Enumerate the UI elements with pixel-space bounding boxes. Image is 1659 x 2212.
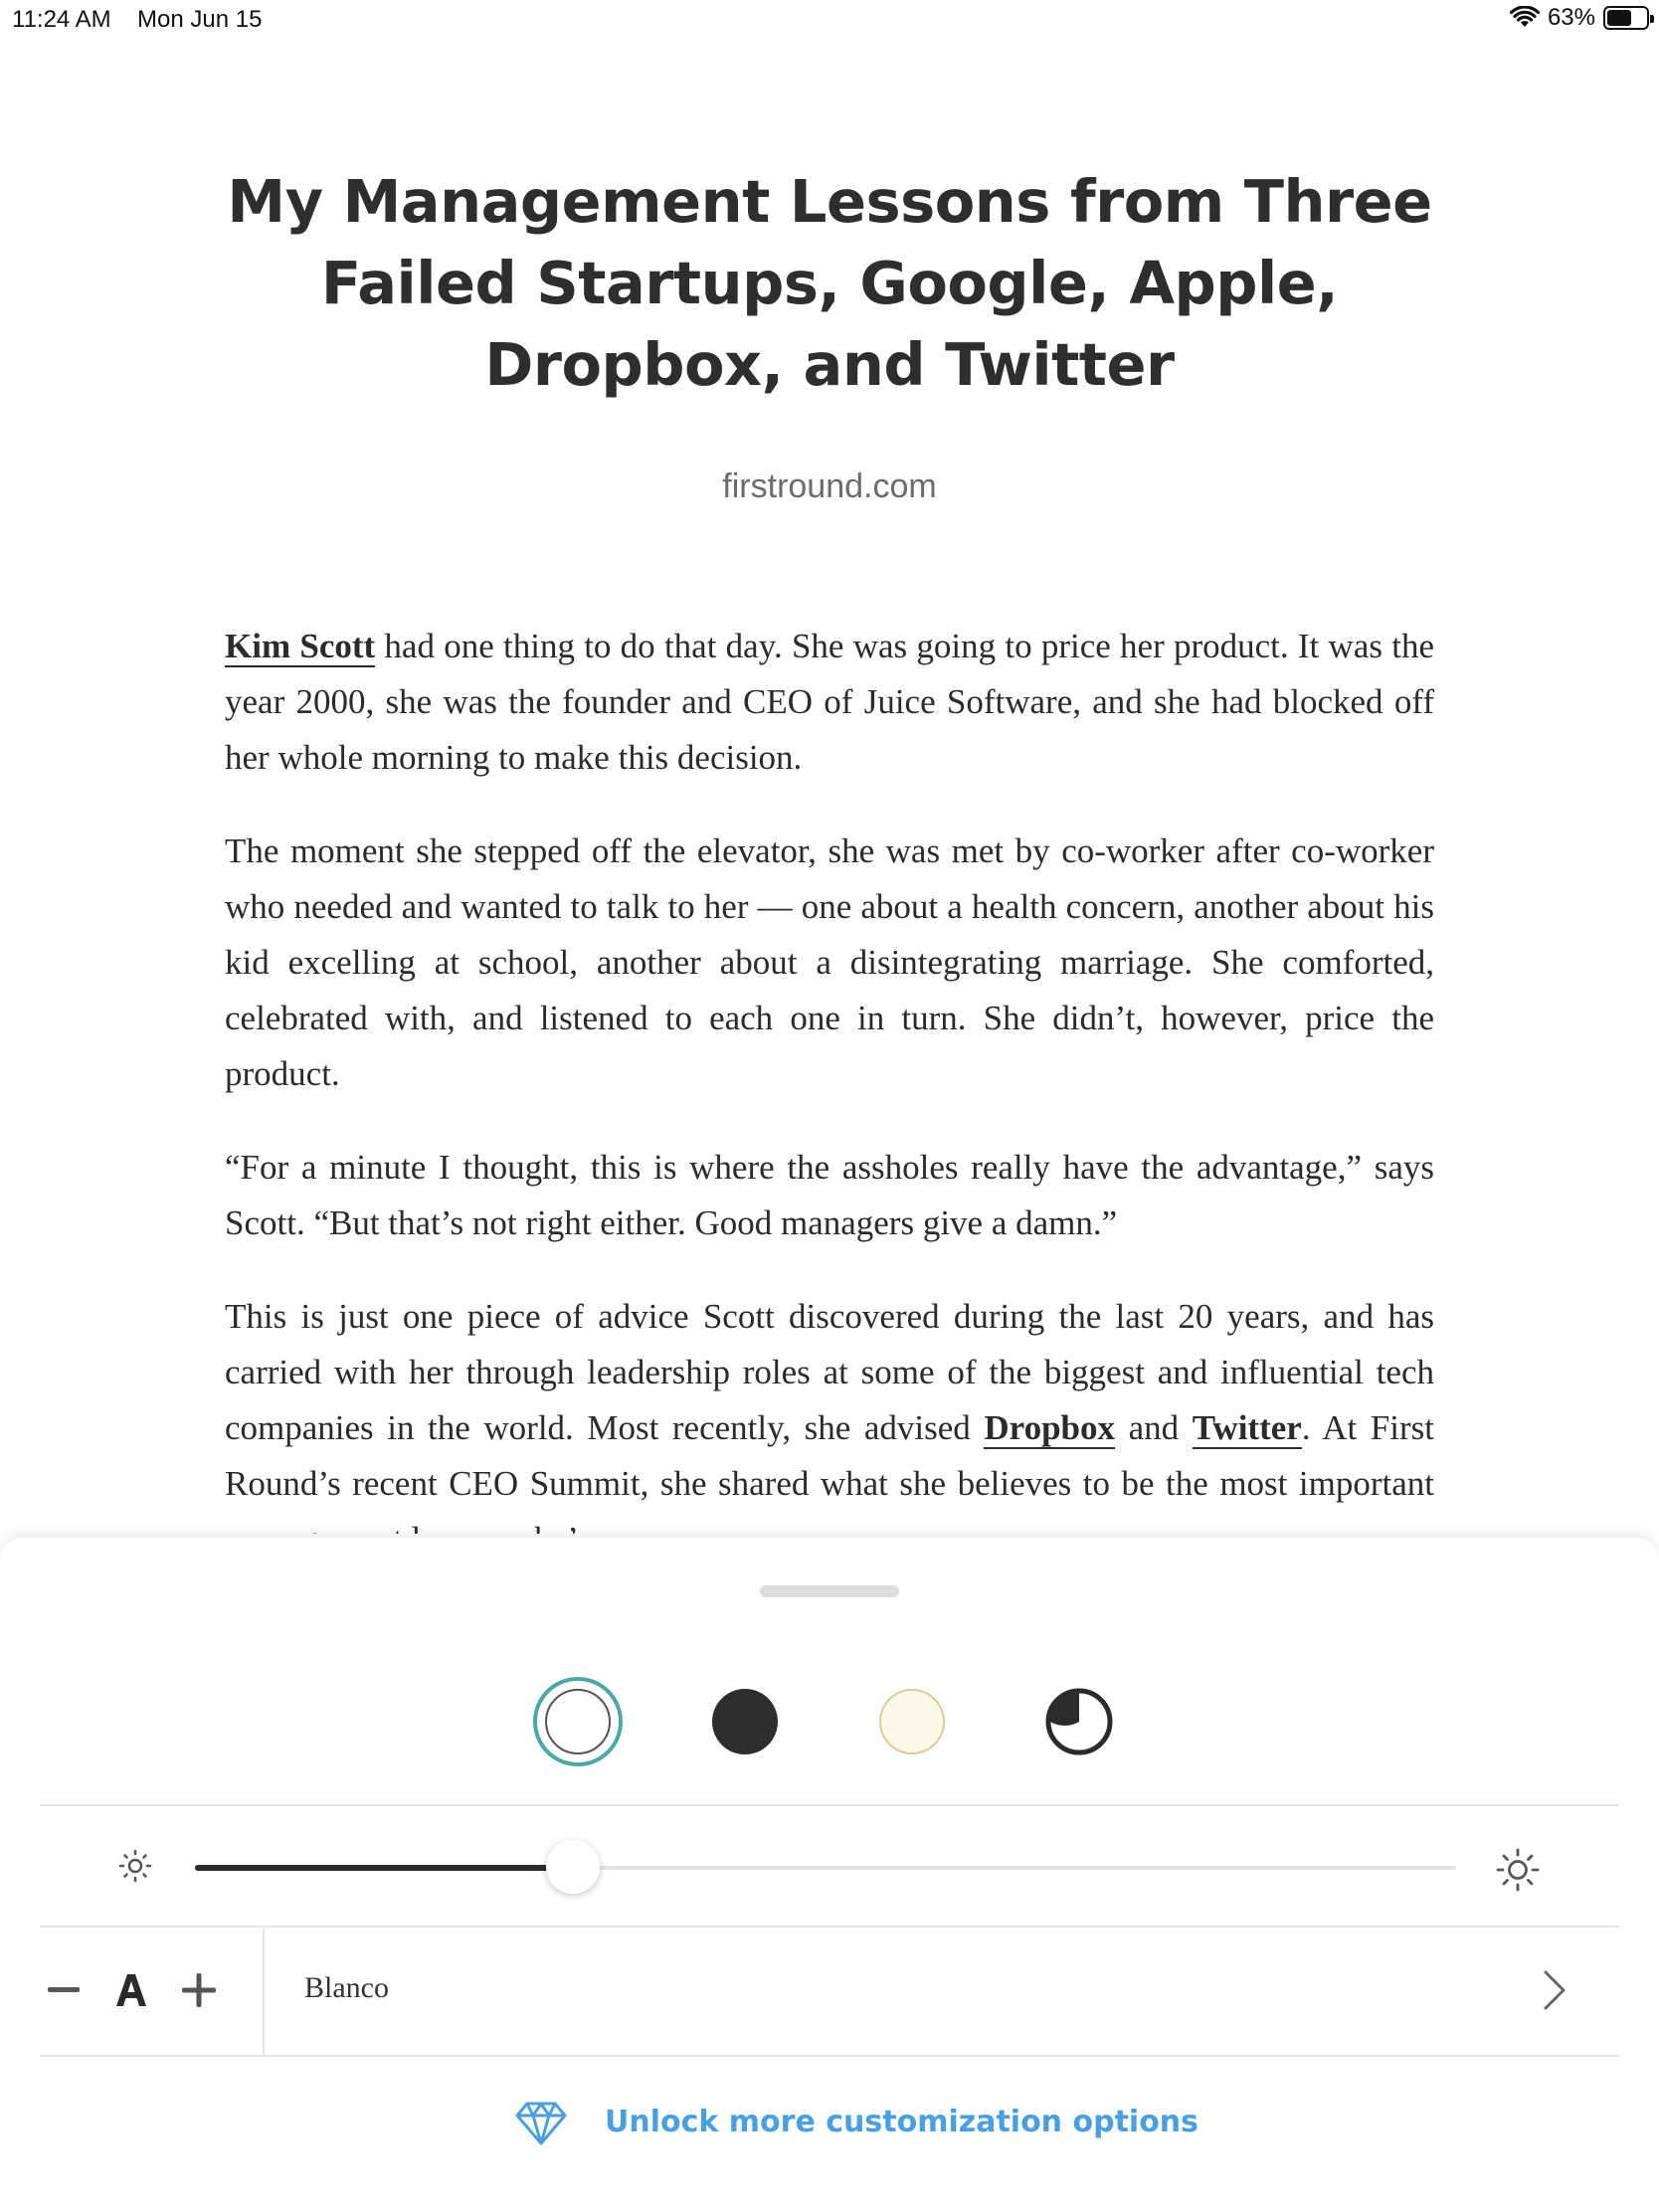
- font-controls: Blanco: [0, 1928, 1659, 2055]
- link-twitter[interactable]: Twitter: [1192, 1408, 1302, 1449]
- theme-sepia-button[interactable]: [867, 1677, 957, 1766]
- brightness-control: [0, 1806, 1659, 1928]
- auto-theme-icon: [1045, 1688, 1113, 1755]
- brightness-high-icon: [1496, 1848, 1540, 1892]
- battery-percent: 63%: [1547, 4, 1595, 31]
- brightness-slider[interactable]: [195, 1840, 1456, 1894]
- status-time: 11:24 AM: [12, 6, 111, 33]
- paragraph-2: The moment she stepped off the elevator,…: [225, 831, 1434, 1093]
- theme-picker: [0, 1677, 1659, 1776]
- theme-white-button[interactable]: [533, 1677, 623, 1766]
- theme-auto-button[interactable]: [1034, 1677, 1124, 1766]
- status-bar: 11:24 AM Mon Jun 15 63%: [0, 0, 1659, 40]
- link-dropbox[interactable]: Dropbox: [984, 1408, 1115, 1449]
- status-indicators: 63%: [1509, 4, 1654, 32]
- paragraph-1: Kim Scott had one thing to do that day. …: [225, 619, 1434, 786]
- font-family-selector[interactable]: Blanco: [304, 1971, 389, 2005]
- battery-icon: [1603, 6, 1654, 30]
- font-size-icon: [107, 1957, 155, 2023]
- battery-level: [1607, 10, 1631, 26]
- status-date: Mon Jun 15: [137, 6, 263, 33]
- diamond-icon: [515, 2102, 567, 2145]
- vertical-divider: [263, 1928, 265, 2055]
- link-kim-scott[interactable]: Kim Scott: [225, 627, 376, 667]
- article-title: My Management Lessons from Three Failed …: [227, 167, 1432, 399]
- unlock-text[interactable]: Unlock more customization options: [605, 2105, 1198, 2139]
- brightness-low-icon: [118, 1849, 152, 1883]
- wifi-icon: [1509, 6, 1540, 27]
- sheet-grabber[interactable]: [760, 1585, 899, 1597]
- increase-font-button[interactable]: [175, 1957, 223, 2023]
- theme-dark-button[interactable]: [700, 1677, 790, 1766]
- minus-icon: [48, 1987, 80, 1992]
- divider: [40, 2055, 1619, 2057]
- plus-icon: [182, 1973, 216, 2007]
- reader-settings-sheet: Blanco Unlock more customization options: [0, 1538, 1659, 2212]
- article-source[interactable]: firstround.com: [0, 467, 1659, 506]
- decrease-font-button[interactable]: [40, 1957, 88, 2023]
- paragraph-3: “For a minute I thought, this is where t…: [225, 1148, 1434, 1242]
- paragraph-4-text-b: and: [1115, 1408, 1193, 1447]
- chevron-right-icon[interactable]: [1542, 1969, 1567, 2011]
- unlock-customization-link[interactable]: Unlock more customization options: [0, 2095, 1659, 2154]
- brightness-slider-fill: [195, 1865, 574, 1871]
- article-body: Kim Scott had one thing to do that day. …: [225, 619, 1434, 1534]
- paragraph-1-text: had one thing to do that day. She was go…: [225, 627, 1434, 777]
- paragraph-4: This is just one piece of advice Scott d…: [225, 1289, 1434, 1534]
- brightness-slider-thumb[interactable]: [546, 1840, 601, 1894]
